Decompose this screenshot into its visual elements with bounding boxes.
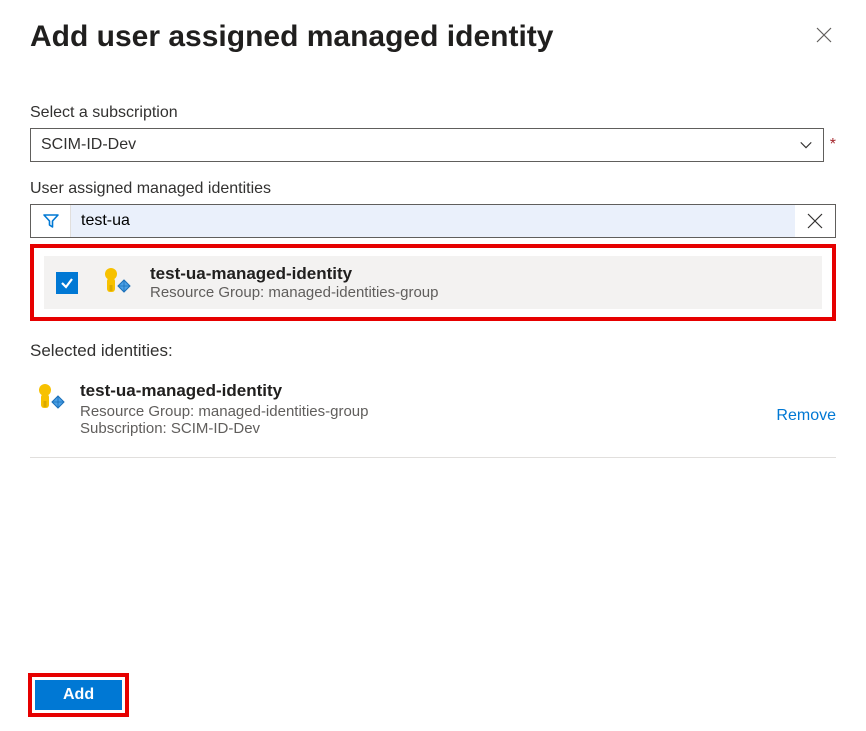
subscription-value: SCIM-ID-Dev [41,136,136,154]
subscription-label: Select a subscription [30,104,836,122]
identity-resource-group: Resource Group: managed-identities-group [150,284,439,301]
filter-row [30,204,836,238]
filter-icon [31,205,71,237]
add-button[interactable]: Add [35,680,122,710]
selected-identity-row: test-ua-managed-identity Resource Group:… [30,377,836,458]
remove-link[interactable]: Remove [776,407,836,425]
subscription-dropdown[interactable]: SCIM-ID-Dev [30,128,824,162]
selected-identity-subscription: Subscription: SCIM-ID-Dev [80,420,762,437]
managed-identity-icon [96,265,132,301]
selected-identity-resource-group: Resource Group: managed-identities-group [80,403,762,420]
required-indicator: * [830,136,836,154]
panel-title: Add user assigned managed identity [30,20,553,54]
clear-filter-icon[interactable] [795,205,835,237]
identity-name: test-ua-managed-identity [150,264,439,284]
selected-identity-name: test-ua-managed-identity [80,381,762,401]
identity-result-row[interactable]: test-ua-managed-identity Resource Group:… [44,256,822,309]
add-button-highlight: Add [28,673,129,717]
selected-identities-label: Selected identities: [30,341,836,361]
identity-checkbox[interactable] [56,272,78,294]
filter-input[interactable] [71,205,795,237]
managed-identity-icon [30,381,66,417]
result-highlight: test-ua-managed-identity Resource Group:… [30,244,836,321]
chevron-down-icon [799,138,813,152]
identities-label: User assigned managed identities [30,180,836,198]
close-icon[interactable] [812,23,836,51]
